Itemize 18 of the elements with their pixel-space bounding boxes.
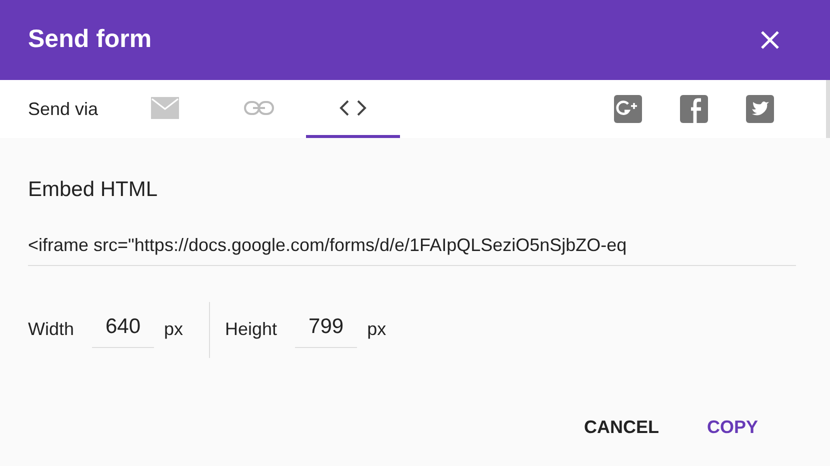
copy-button[interactable]: COPY xyxy=(696,408,768,446)
unit-label: px xyxy=(164,318,184,341)
width-label: Width xyxy=(28,318,74,341)
google-plus-icon[interactable] xyxy=(614,95,642,123)
link-icon xyxy=(244,100,274,116)
section-heading: Embed HTML xyxy=(28,177,159,203)
twitter-icon[interactable] xyxy=(746,95,774,123)
dialog-title: Send form xyxy=(28,24,152,56)
unit-label: px xyxy=(367,318,386,341)
envelope-icon xyxy=(151,96,180,118)
code-icon xyxy=(338,98,368,116)
facebook-icon[interactable] xyxy=(680,95,708,123)
width-field[interactable]: 640 xyxy=(92,311,154,348)
send-via-label: Send via xyxy=(28,98,98,120)
height-label: Height xyxy=(225,318,278,341)
cancel-button[interactable]: CANCEL xyxy=(574,408,669,446)
embed-code-field[interactable]: <iframe src="https://docs.google.com/forms/d/e/1FAIpQLSeziO5nSjbZO-eq xyxy=(28,232,796,266)
height-field[interactable]: 799 xyxy=(295,311,358,348)
